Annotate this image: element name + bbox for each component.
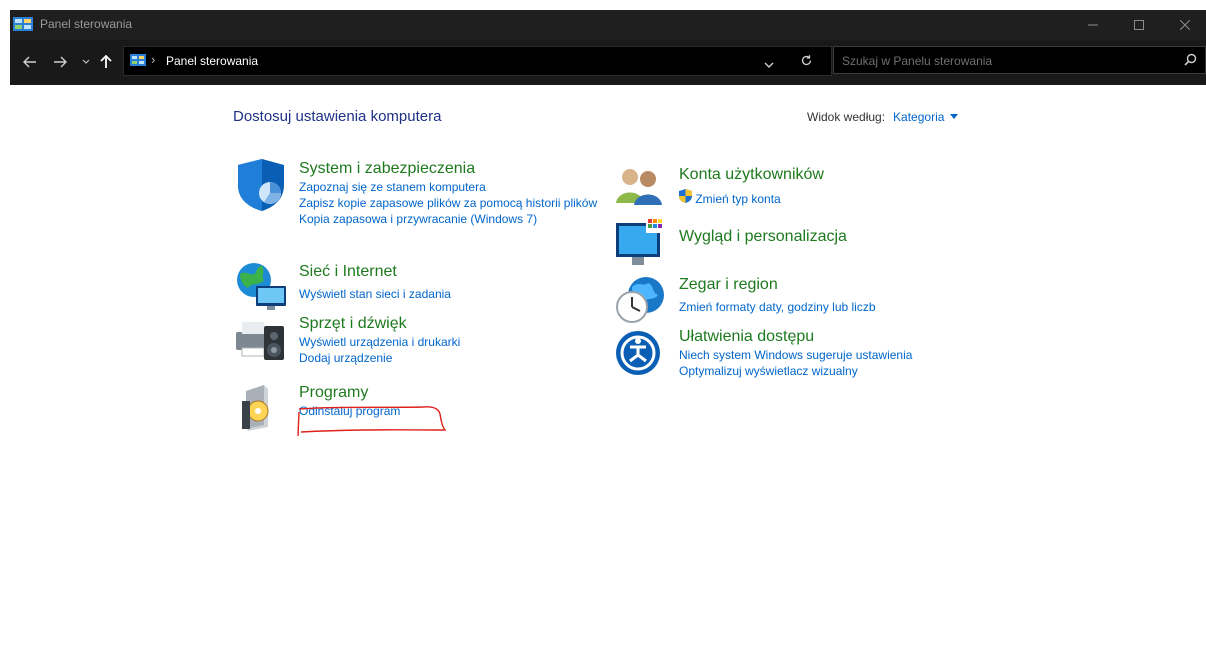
view-by-dropdown[interactable]: Kategoria — [893, 110, 944, 124]
monitor-palette-icon[interactable] — [614, 217, 670, 273]
clock-globe-icon[interactable] — [614, 275, 670, 331]
back-button[interactable] — [20, 52, 40, 72]
control-panel-window: Panel sterowania › Panel sterowania Szuk… — [0, 0, 1206, 646]
chevron-down-icon — [764, 62, 774, 68]
close-button[interactable] — [1162, 10, 1206, 40]
programs-disc-icon[interactable] — [234, 383, 290, 439]
caret-down-icon[interactable] — [950, 114, 959, 119]
link-optimize-visual-display[interactable]: Optymalizuj wyświetlacz wizualny — [679, 363, 979, 379]
view-by: Widok według: Kategoria — [807, 110, 959, 124]
search-input[interactable]: Szukaj w Panelu sterowania — [833, 46, 1206, 74]
forward-button[interactable] — [50, 52, 70, 72]
category-title[interactable]: Wygląd i personalizacja — [679, 227, 979, 247]
recent-locations-button[interactable] — [79, 52, 93, 72]
link-network-status[interactable]: Wyświetl stan sieci i zadania — [299, 286, 599, 302]
link-check-computer-status[interactable]: Zapoznaj się ze stanem komputera — [299, 179, 599, 195]
control-panel-crumb-icon — [130, 53, 146, 71]
category-title[interactable]: Konta użytkowników — [679, 165, 979, 185]
category-title[interactable]: Sieć i Internet — [299, 262, 599, 282]
window-title: Panel sterowania — [40, 17, 133, 31]
network-globe-icon[interactable] — [234, 262, 290, 318]
breadcrumb-separator-icon: › — [151, 52, 156, 67]
red-annotation-mark — [297, 406, 447, 437]
category-title[interactable]: Zegar i region — [679, 275, 979, 295]
chevron-down-icon — [82, 59, 90, 64]
search-icon[interactable] — [1184, 53, 1197, 71]
address-bar: › Panel sterowania Szukaj w Panelu stero… — [10, 40, 1206, 85]
arrow-left-icon — [23, 56, 36, 68]
search-placeholder: Szukaj w Panelu sterowania — [842, 54, 993, 68]
close-icon — [1180, 20, 1190, 30]
minimize-icon — [1088, 24, 1098, 26]
arrow-right-icon — [54, 56, 67, 68]
accessibility-icon[interactable] — [614, 327, 670, 383]
up-button[interactable] — [98, 52, 114, 72]
address-dropdown-button[interactable] — [764, 56, 774, 74]
arrow-up-icon — [100, 55, 112, 68]
page-heading: Dostosuj ustawienia komputera — [233, 108, 442, 125]
link-file-history-backup[interactable]: Zapisz kopie zapasowe plików za pomocą h… — [299, 195, 599, 211]
top-margin — [0, 0, 1206, 10]
link-backup-restore[interactable]: Kopia zapasowa i przywracanie (Windows 7… — [299, 211, 599, 227]
users-icon[interactable] — [614, 165, 670, 221]
title-bar: Panel sterowania — [10, 10, 1206, 40]
link-windows-suggest-settings[interactable]: Niech system Windows sugeruje ustawienia — [679, 347, 979, 363]
printer-speaker-icon[interactable] — [234, 314, 290, 370]
address-box[interactable]: › Panel sterowania — [123, 46, 832, 76]
category-title[interactable]: System i zabezpieczenia — [299, 159, 599, 179]
minimize-button[interactable] — [1070, 10, 1116, 40]
refresh-icon — [801, 55, 812, 66]
category-title[interactable]: Sprzęt i dźwięk — [299, 314, 599, 334]
view-by-label: Widok według: — [807, 110, 886, 124]
breadcrumb-control-panel[interactable]: Panel sterowania — [166, 54, 258, 68]
link-change-formats[interactable]: Zmień formaty daty, godziny lub liczb — [679, 299, 979, 315]
link-devices-printers[interactable]: Wyświetl urządzenia i drukarki — [299, 334, 599, 350]
maximize-icon — [1134, 20, 1144, 30]
category-title[interactable]: Ułatwienia dostępu — [679, 327, 979, 347]
control-panel-app-icon — [13, 17, 33, 36]
shield-icon[interactable] — [234, 159, 290, 215]
link-change-account-type[interactable]: Zmień typ konta — [679, 189, 979, 207]
refresh-button[interactable] — [800, 54, 813, 72]
category-title[interactable]: Programy — [299, 383, 599, 403]
uac-shield-icon — [679, 189, 692, 203]
link-add-device[interactable]: Dodaj urządzenie — [299, 350, 599, 366]
main-content: Dostosuj ustawienia komputera Widok wedł… — [0, 85, 1206, 646]
maximize-button[interactable] — [1116, 10, 1162, 40]
link-change-account-type-label: Zmień typ konta — [695, 192, 781, 206]
